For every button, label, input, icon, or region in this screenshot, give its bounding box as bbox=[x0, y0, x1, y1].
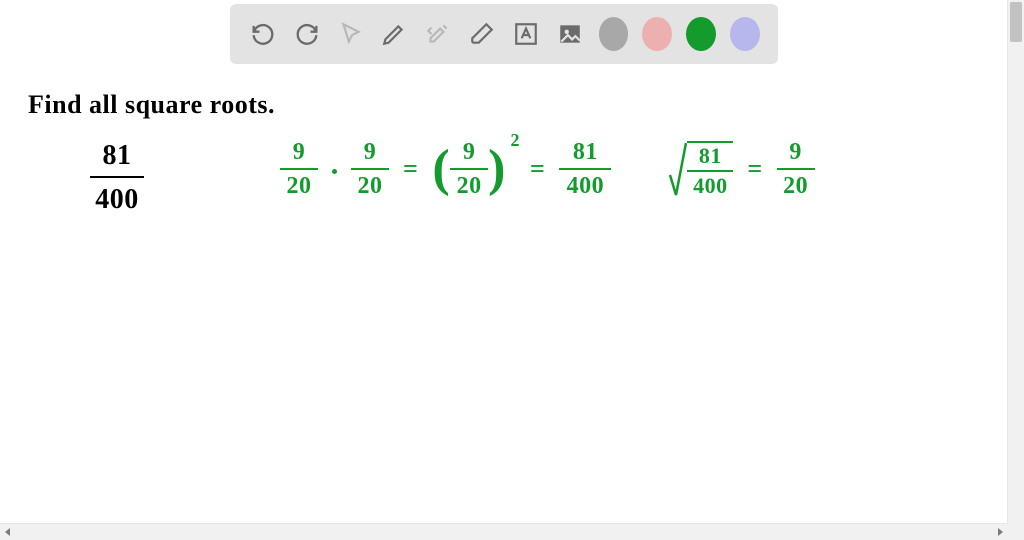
right-paren-icon: ) bbox=[488, 143, 506, 195]
frac-den: 20 bbox=[287, 174, 312, 198]
fraction-bar bbox=[351, 168, 389, 170]
scroll-left-icon[interactable] bbox=[5, 528, 10, 536]
frac-num: 9 bbox=[364, 140, 377, 164]
pen-icon bbox=[381, 21, 407, 47]
radical-icon bbox=[669, 141, 687, 197]
problem-denom: 400 bbox=[90, 184, 144, 216]
pointer-button[interactable] bbox=[336, 17, 366, 51]
frac-den: 20 bbox=[358, 174, 383, 198]
radicand: 81 400 bbox=[687, 141, 733, 197]
problem-title: Find all square roots. bbox=[28, 90, 275, 120]
problem-numer: 81 bbox=[90, 140, 144, 172]
frac-num: 81 bbox=[573, 140, 598, 164]
whiteboard-canvas[interactable]: Find all square roots. 81 400 9 20 9 20 … bbox=[0, 0, 1024, 540]
undo-button[interactable] bbox=[248, 17, 278, 51]
problem-fraction: 81 400 bbox=[90, 140, 144, 216]
redo-icon bbox=[293, 20, 321, 48]
frac-den: 20 bbox=[783, 174, 808, 198]
frac-num: 81 bbox=[699, 145, 722, 167]
eraser-icon bbox=[468, 21, 496, 47]
undo-icon bbox=[249, 20, 277, 48]
scroll-thumb[interactable] bbox=[1010, 2, 1022, 42]
color-gray-swatch[interactable] bbox=[599, 17, 629, 51]
scroll-right-icon[interactable] bbox=[998, 528, 1003, 536]
fraction-bar bbox=[559, 168, 611, 170]
horizontal-scrollbar[interactable] bbox=[0, 523, 1008, 540]
tools-button[interactable] bbox=[423, 17, 453, 51]
color-green-swatch[interactable] bbox=[686, 17, 716, 51]
text-icon bbox=[513, 21, 539, 47]
frac-den: 400 bbox=[693, 175, 728, 197]
exponent-2: 2 bbox=[510, 130, 520, 151]
text-button[interactable] bbox=[511, 17, 541, 51]
worked-solution: 9 20 9 20 = ( 9 20 ) 2 = 81 400 bbox=[280, 140, 815, 198]
redo-button[interactable] bbox=[292, 17, 322, 51]
frac-num: 9 bbox=[463, 140, 476, 164]
left-paren-icon: ( bbox=[432, 143, 450, 195]
frac-answer: 9 20 bbox=[777, 140, 815, 198]
color-purple-swatch[interactable] bbox=[730, 17, 760, 51]
pen-button[interactable] bbox=[379, 17, 409, 51]
frac-9-20-b: 9 20 bbox=[351, 140, 389, 198]
fraction-bar bbox=[450, 168, 488, 170]
pointer-icon bbox=[338, 21, 364, 47]
frac-9-20-sq: 9 20 bbox=[450, 140, 488, 198]
multiply-dot-icon bbox=[332, 169, 337, 174]
sqrt-expression: 81 400 bbox=[669, 141, 733, 197]
equals-sign: = bbox=[524, 154, 551, 184]
equals-sign: = bbox=[741, 154, 768, 184]
fraction-bar bbox=[687, 170, 733, 172]
fraction-bar bbox=[280, 168, 318, 170]
toolbar bbox=[230, 4, 778, 64]
vertical-scrollbar[interactable] bbox=[1007, 0, 1024, 540]
fraction-bar bbox=[777, 168, 815, 170]
frac-den: 400 bbox=[567, 174, 605, 198]
image-button[interactable] bbox=[555, 17, 585, 51]
eraser-button[interactable] bbox=[467, 17, 497, 51]
frac-den: 20 bbox=[457, 174, 482, 198]
frac-81-400: 81 400 bbox=[559, 140, 611, 198]
frac-num: 9 bbox=[293, 140, 306, 164]
frac-9-20-a: 9 20 bbox=[280, 140, 318, 198]
fraction-bar bbox=[90, 176, 144, 178]
tools-icon bbox=[425, 21, 451, 47]
frac-num: 9 bbox=[789, 140, 802, 164]
image-icon bbox=[557, 21, 583, 47]
color-pink-swatch[interactable] bbox=[642, 17, 672, 51]
equals-sign: = bbox=[397, 154, 424, 184]
squared-group: ( 9 20 ) 2 bbox=[432, 140, 506, 198]
